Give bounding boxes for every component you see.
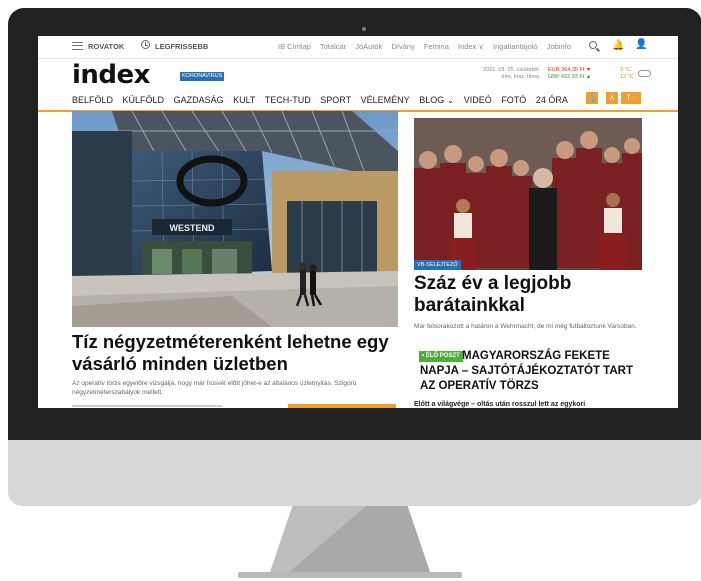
search-icon[interactable] bbox=[589, 41, 597, 49]
side-article-headline[interactable]: Száz év a legjobb barátainkkal bbox=[414, 273, 654, 317]
partner-link[interactable]: Dívány bbox=[391, 42, 414, 51]
date-text: 2021. 03. 25. csütörtök bbox=[483, 67, 539, 73]
nav-item-foto[interactable]: FOTÓ bbox=[501, 95, 526, 105]
side-article-lead: Már felsorakozott a határon a Wehrmacht,… bbox=[414, 323, 637, 330]
anchor-icon[interactable]: ⚓ bbox=[586, 92, 598, 104]
monitor-base bbox=[238, 572, 462, 578]
side-article-image[interactable] bbox=[414, 118, 642, 270]
westend-sign: WESTEND bbox=[170, 223, 216, 233]
nav-item-video[interactable]: VIDEÓ bbox=[464, 95, 492, 105]
partner-link[interactable]: Jobinfo bbox=[547, 42, 571, 51]
nav-item-sport[interactable]: SPORT bbox=[320, 95, 351, 105]
legfrissebb-button[interactable]: LEGFRISSEBB bbox=[155, 42, 208, 51]
nav-item-belfold[interactable]: BELFÖLD bbox=[72, 95, 113, 105]
divider bbox=[72, 405, 222, 407]
live-post-badge[interactable]: • ÉLŐ POSZT bbox=[419, 351, 463, 362]
partner-link[interactable]: JóAutók bbox=[355, 42, 382, 51]
main-article-lead: Az operatív törzs egyelőre vizsgálja, ho… bbox=[72, 380, 357, 396]
date-info: 2021. 03. 25. csütörtök Irén, Írisz, Ilo… bbox=[479, 67, 539, 81]
monitor-chin bbox=[8, 440, 701, 506]
weather-temps: 3 °C 12 °C bbox=[620, 67, 634, 81]
browser-screen: ROVATOK LEGFRISSEBB IB Címlap Totalcar J… bbox=[38, 36, 678, 408]
nav-items: BELFÖLD KÜLFÖLD GAZDASÁG KULT TECH-TUD S… bbox=[72, 95, 575, 106]
temp-high: 12 °C bbox=[620, 74, 634, 80]
facebook-icon[interactable]: f · bbox=[621, 92, 641, 104]
rss-icon[interactable]: ʌ bbox=[606, 92, 618, 104]
exchange-rates: EUR 364,35 Ft ▼ GBP 422,93 Ft ▲ bbox=[548, 67, 608, 81]
rovatok-menu-button[interactable]: ROVATOK bbox=[88, 42, 124, 51]
gbp-rate: GBP 422,93 Ft ▲ bbox=[548, 74, 592, 80]
user-icon[interactable]: 👤 bbox=[635, 40, 647, 50]
vb-selejtezo-tag[interactable]: VB-SELEJTEZŐ bbox=[414, 260, 461, 270]
main-article-headline[interactable]: Tíz négyzetméterenként lehetne egy vásár… bbox=[72, 331, 402, 375]
main-nav: BELFÖLD KÜLFÖLD GAZDASÁG KULT TECH-TUD S… bbox=[38, 92, 678, 112]
promo-bar[interactable] bbox=[288, 404, 396, 408]
partner-link[interactable]: Femina bbox=[424, 42, 449, 51]
partner-links: IB Címlap Totalcar JóAutók Dívány Femina… bbox=[278, 42, 578, 51]
partner-link[interactable]: IB Címlap bbox=[278, 42, 311, 51]
teaser-headline[interactable]: Előtt a világvége – oltás után rosszul l… bbox=[414, 400, 654, 408]
main-article-image[interactable]: WESTEND bbox=[72, 111, 398, 327]
partner-link[interactable]: Ingatlantájoló bbox=[493, 42, 538, 51]
cloud-icon bbox=[638, 70, 651, 77]
temp-low: 3 °C bbox=[620, 67, 631, 73]
nav-item-24-ora[interactable]: 24 ÓRA bbox=[536, 95, 568, 105]
clock-icon[interactable] bbox=[141, 40, 150, 49]
koronavirus-badge[interactable]: KORONAVÍRUS bbox=[180, 72, 225, 81]
nav-item-velemeny[interactable]: VÉLEMÉNY bbox=[361, 95, 410, 105]
nav-item-gazdasag[interactable]: GAZDASÁG bbox=[174, 95, 224, 105]
nav-item-kulfold[interactable]: KÜLFÖLD bbox=[123, 95, 165, 105]
top-utility-bar: ROVATOK LEGFRISSEBB IB Címlap Totalcar J… bbox=[38, 36, 678, 59]
partner-link[interactable]: Index ∨ bbox=[458, 42, 484, 51]
nameday-text: Irén, Írisz, Ilona bbox=[501, 74, 539, 80]
eur-rate: EUR 364,35 Ft ▼ bbox=[548, 67, 592, 73]
nav-item-tech-tud[interactable]: TECH-TUD bbox=[265, 95, 311, 105]
index-logo[interactable]: index bbox=[72, 61, 150, 89]
nav-item-kult[interactable]: KULT bbox=[233, 95, 255, 105]
partner-link[interactable]: Totalcar bbox=[320, 42, 346, 51]
bell-icon[interactable]: 🔔 bbox=[612, 41, 624, 51]
webcam-icon bbox=[362, 27, 366, 31]
nav-item-blog[interactable]: BLOG ⌄ bbox=[419, 95, 454, 105]
hamburger-menu-icon[interactable] bbox=[72, 42, 83, 50]
